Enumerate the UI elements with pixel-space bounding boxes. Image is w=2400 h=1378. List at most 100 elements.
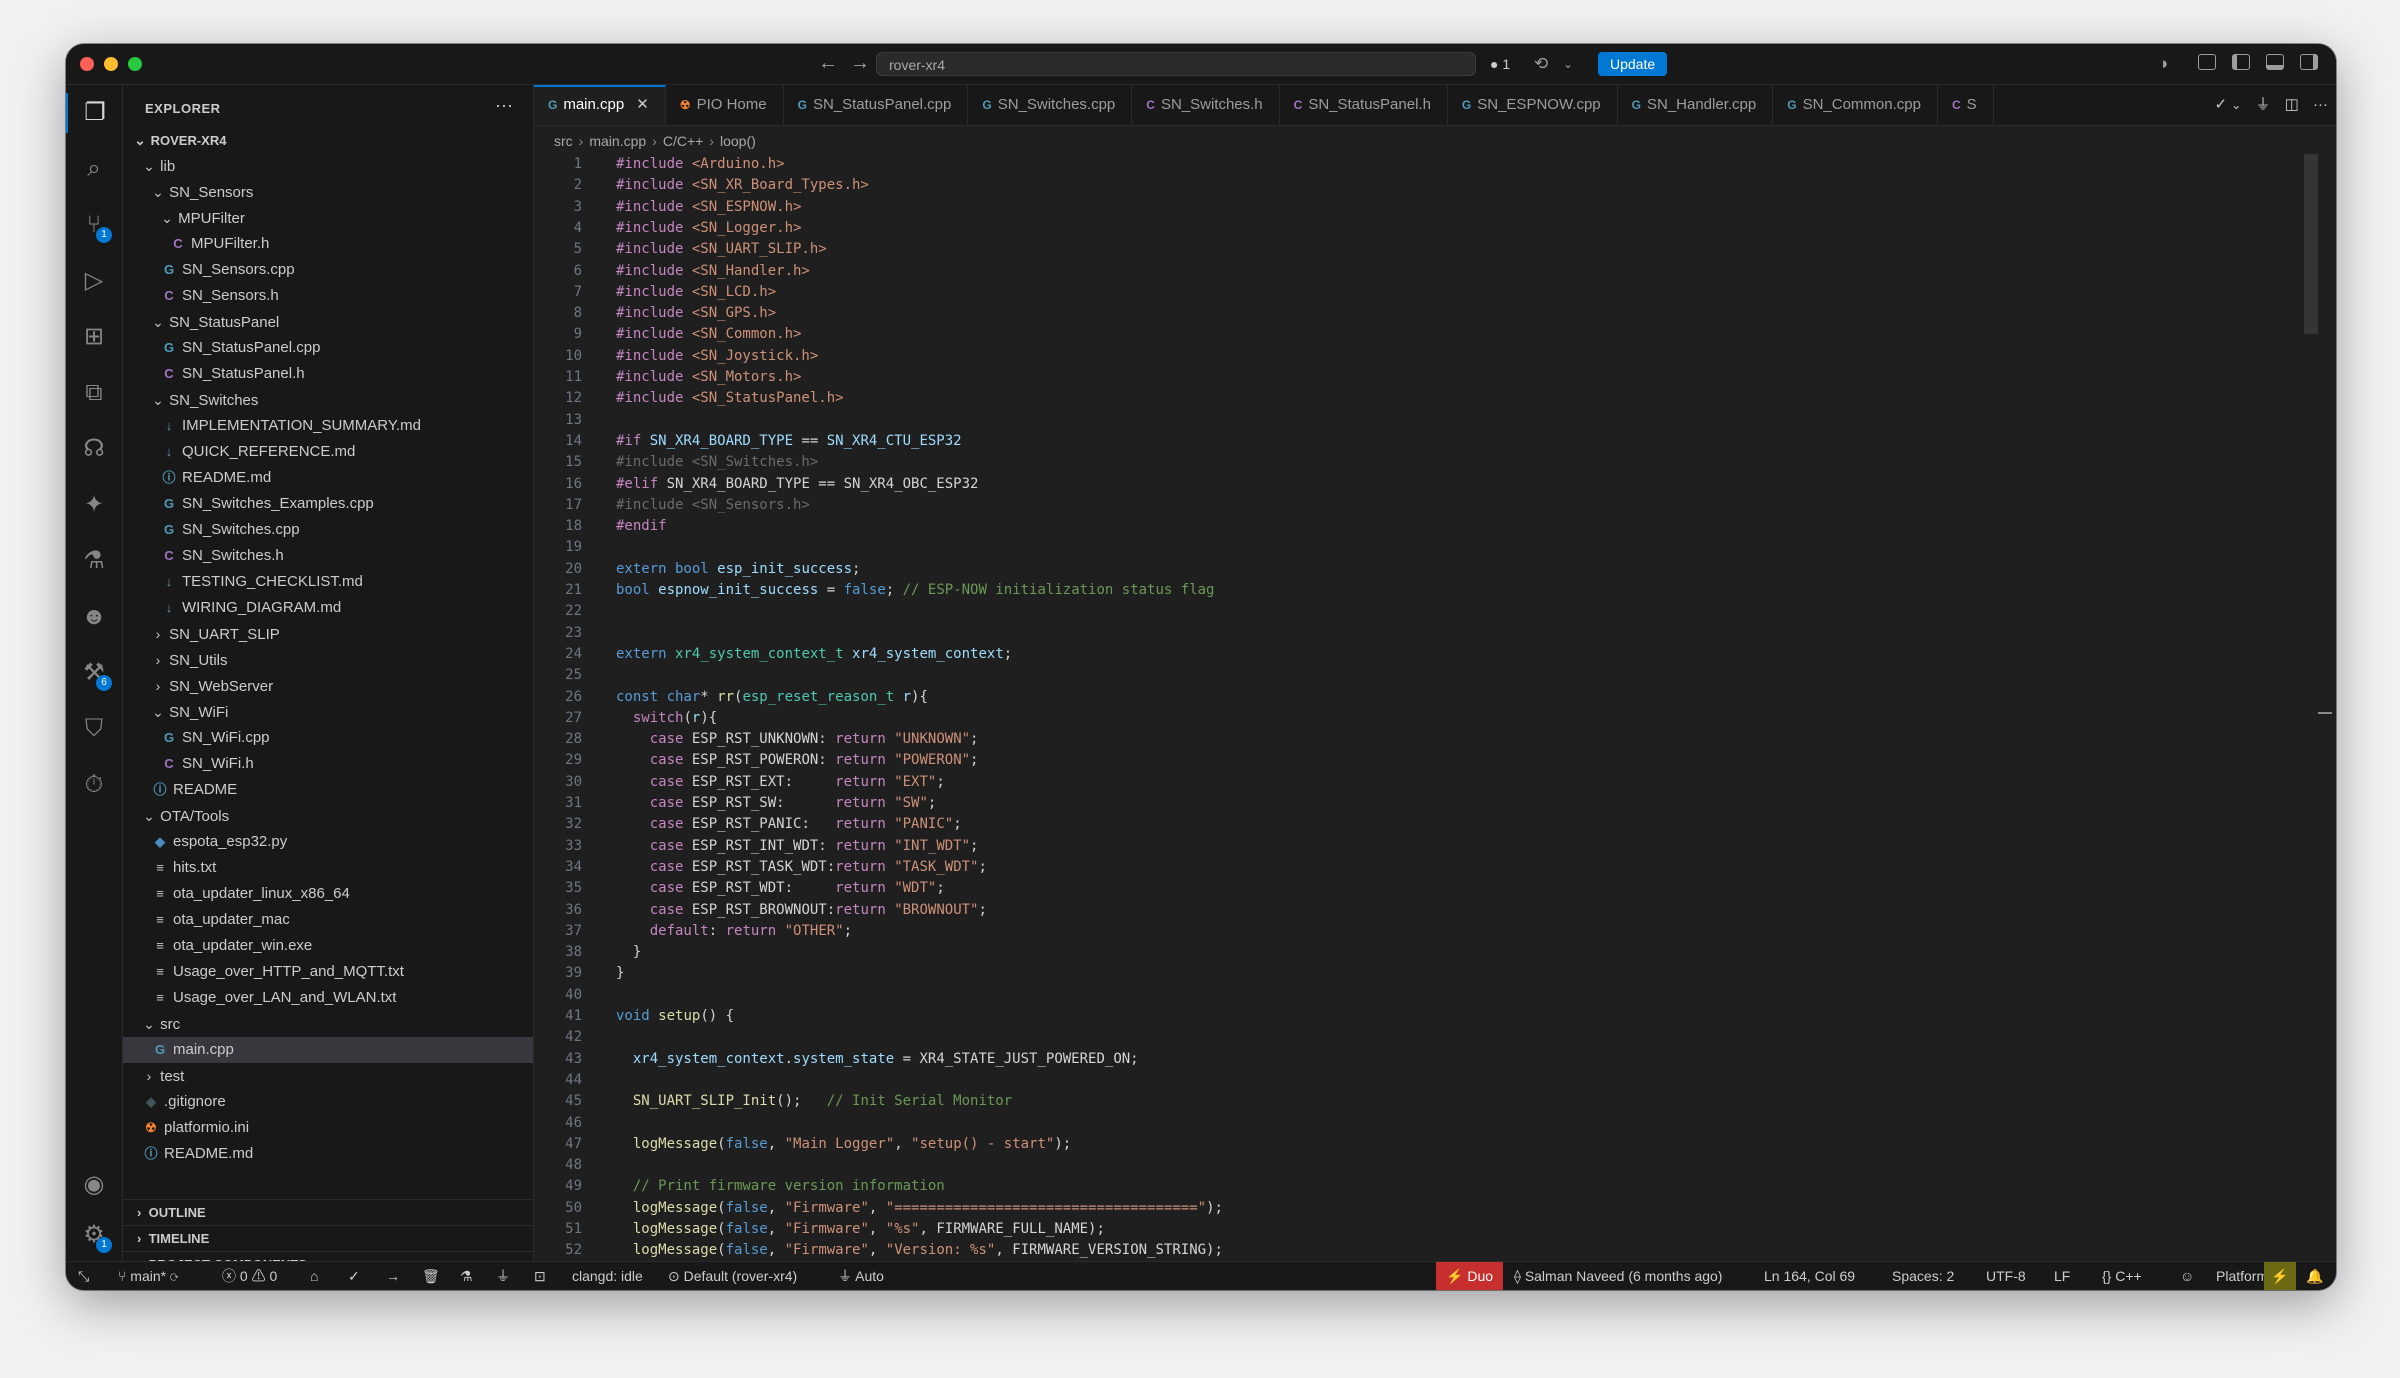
explorer-icon[interactable]: ❐ — [66, 93, 122, 133]
serial-plug-icon[interactable]: ⏚ — [496, 1262, 510, 1290]
clean-trash-icon[interactable]: 🗑 — [422, 1262, 440, 1290]
copilot-icon[interactable]: ☺ — [2180, 1262, 2194, 1290]
git-blame[interactable]: ⟠ Salman Naveed (6 months ago) — [1514, 1262, 1722, 1290]
tab-sn-handler-cpp[interactable]: G SN_Handler.cpp — [1618, 85, 1774, 125]
chevron-down-icon[interactable]: ⌄ — [2231, 98, 2241, 112]
platformio-icon[interactable]: ☊ — [66, 429, 122, 469]
file-sn-switches-h[interactable]: C SN_Switches.h — [123, 543, 533, 569]
docker-icon[interactable]: ⚒ 6 — [66, 653, 122, 693]
branch-indicator[interactable]: ⑂ main* ⟳ — [118, 1262, 178, 1290]
file-ota-updater-linux-x86-64[interactable]: ≡ ota_updater_linux_x86_64 — [123, 881, 533, 907]
auto-port[interactable]: ⏚ Auto — [838, 1262, 884, 1290]
close-window-button[interactable] — [80, 57, 94, 71]
update-button[interactable]: Update — [1598, 52, 1668, 76]
maximize-window-button[interactable] — [128, 57, 142, 71]
folder-ota-tools[interactable]: ⌄ OTA/Tools — [123, 803, 533, 829]
remote-explorer-icon[interactable]: ⧉ — [66, 373, 122, 413]
file-usage-over-lan-and-wlan-txt[interactable]: ≡ Usage_over_LAN_and_WLAN.txt — [123, 985, 533, 1011]
file-testing-checklist-md[interactable]: ↓ TESTING_CHECKLIST.md — [123, 569, 533, 595]
file-wiring-diagram-md[interactable]: ↓ WIRING_DIAGRAM.md — [123, 595, 533, 621]
toggle-panel-icon[interactable] — [2266, 54, 2284, 70]
file-readme-md[interactable]: ⓘ README.md — [123, 465, 533, 491]
folder-sn-statuspanel[interactable]: ⌄ SN_StatusPanel — [123, 309, 533, 335]
folder-sn-sensors[interactable]: ⌄ SN_Sensors — [123, 179, 533, 205]
command-center-search[interactable]: rover-xr4 — [876, 52, 1476, 76]
indentation[interactable]: Spaces: 2 — [1892, 1262, 1954, 1290]
file-readme[interactable]: ⓘ README — [123, 777, 533, 803]
file-ota-updater-mac[interactable]: ≡ ota_updater_mac — [123, 907, 533, 933]
copilot-icon[interactable]: ✦ — [66, 485, 122, 525]
file-mpufilter-h[interactable]: C MPUFilter.h — [123, 231, 533, 257]
file-ota-updater-win-exe[interactable]: ≡ ota_updater_win.exe — [123, 933, 533, 959]
upload-arrow-icon[interactable]: → — [386, 1262, 400, 1290]
tab-sn-switches-h[interactable]: C SN_Switches.h — [1132, 85, 1280, 125]
file-sn-statuspanel-h[interactable]: C SN_StatusPanel.h — [123, 361, 533, 387]
folder-sn-switches[interactable]: ⌄ SN_Switches — [123, 387, 533, 413]
breadcrumb-item[interactable]: loop() — [720, 133, 756, 149]
file-sn-switches-examples-cpp[interactable]: G SN_Switches_Examples.cpp — [123, 491, 533, 517]
folder-sn-utils[interactable]: › SN_Utils — [123, 647, 533, 673]
editor-scrollbar[interactable] — [2304, 154, 2318, 334]
encoding[interactable]: UTF-8 — [1986, 1262, 2026, 1290]
tab-sn-espnow-cpp[interactable]: G SN_ESPNOW.cpp — [1448, 85, 1618, 125]
folder-sn-webserver[interactable]: › SN_WebServer — [123, 673, 533, 699]
file-sn-wifi-h[interactable]: C SN_WiFi.h — [123, 751, 533, 777]
accounts-dual-icon[interactable]: ◑ — [2158, 52, 2168, 76]
file-sn-sensors-cpp[interactable]: G SN_Sensors.cpp — [123, 257, 533, 283]
customize-layout-icon[interactable] — [2198, 54, 2216, 70]
folder-test[interactable]: › test — [123, 1063, 533, 1089]
source-control-icon[interactable]: ⑂ 1 — [66, 205, 122, 245]
extensions-icon[interactable]: ⊞ — [66, 317, 122, 357]
run-debug-icon[interactable]: ▷ — [66, 261, 122, 301]
folder-sn-wifi[interactable]: ⌄ SN_WiFi — [123, 699, 533, 725]
project-env[interactable]: ⊙ Default (rover-xr4) — [668, 1262, 797, 1290]
file-sn-statuspanel-cpp[interactable]: G SN_StatusPanel.cpp — [123, 335, 533, 361]
sync-icon[interactable]: ⟲ — [1534, 52, 1548, 76]
folder-lib[interactable]: ⌄ lib — [123, 153, 533, 179]
close-tab-icon[interactable]: ✕ — [636, 96, 649, 113]
search-icon[interactable]: ⌕ — [66, 149, 122, 189]
file-platformio-ini[interactable]: ☢ platformio.ini — [123, 1115, 533, 1141]
timer-icon[interactable]: ⏱ — [66, 765, 122, 805]
build-check-icon[interactable]: ✓ — [348, 1262, 360, 1290]
tab-main-cpp[interactable]: Gmain.cpp ✕ — [534, 85, 666, 125]
home-icon[interactable]: ⌂ — [310, 1262, 318, 1290]
tab-sn-statuspanel-h[interactable]: C SN_StatusPanel.h — [1280, 85, 1448, 125]
section-outline[interactable]: › OUTLINE — [123, 1199, 533, 1225]
file-readme-md[interactable]: ⓘ README.md — [123, 1141, 533, 1167]
forward-arrow-icon[interactable]: → — [850, 52, 870, 75]
language-mode[interactable]: {} C++ — [2102, 1262, 2142, 1290]
tab-sn-common-cpp[interactable]: G SN_Common.cpp — [1773, 85, 1938, 125]
file-hits-txt[interactable]: ≡ hits.txt — [123, 855, 533, 881]
file-sn-switches-cpp[interactable]: G SN_Switches.cpp — [123, 517, 533, 543]
breadcrumb-item[interactable]: C/C++ — [663, 133, 703, 149]
more-actions-icon[interactable]: ··· — [2313, 96, 2328, 113]
minimize-window-button[interactable] — [104, 57, 118, 71]
pio-plug-icon[interactable]: ⏚ — [2255, 96, 2270, 113]
chevron-down-icon[interactable]: ⌄ — [1563, 52, 1573, 76]
more-actions-icon[interactable]: ··· — [495, 95, 513, 116]
split-editor-icon[interactable]: ◫ — [2285, 96, 2299, 113]
testing-icon[interactable]: ⚗ — [66, 541, 122, 581]
cursor-position[interactable]: Ln 164, Col 69 — [1764, 1262, 1855, 1290]
code-editor[interactable]: 1 #include <Arduino.h> 2 #include <SN_XR_Bo… — [534, 154, 2294, 1262]
account-icon[interactable]: ◉ — [66, 1165, 122, 1205]
folder-mpufilter[interactable]: ⌄ MPUFilter — [123, 205, 533, 231]
folder-rover-xr4[interactable]: ⌄ ROVER-XR4 — [123, 127, 533, 153]
terminal-icon[interactable]: ⊡ — [534, 1262, 546, 1290]
tab-sn-switches-cpp[interactable]: G SN_Switches.cpp — [968, 85, 1133, 125]
problems-indicator[interactable]: ⓧ 0 ⚠ 0 — [222, 1262, 277, 1290]
no-plug-icon[interactable]: ⚡ — [2264, 1262, 2296, 1290]
tab-pio-home[interactable]: ☢ PIO Home — [666, 85, 784, 125]
toggle-primary-sidebar-icon[interactable] — [2232, 54, 2250, 70]
file-sn-wifi-cpp[interactable]: G SN_WiFi.cpp — [123, 725, 533, 751]
line-ending[interactable]: LF — [2054, 1262, 2070, 1290]
test-flask-icon[interactable]: ⚗ — [460, 1262, 473, 1290]
clangd-status[interactable]: clangd: idle — [572, 1262, 643, 1290]
notifications-bell-icon[interactable]: 🔔 — [2306, 1262, 2323, 1290]
file-usage-over-http-and-mqtt-txt[interactable]: ≡ Usage_over_HTTP_and_MQTT.txt — [123, 959, 533, 985]
toggle-secondary-sidebar-icon[interactable] — [2300, 54, 2318, 70]
file-implementation-summary-md[interactable]: ↓ IMPLEMENTATION_SUMMARY.md — [123, 413, 533, 439]
breadcrumb-item[interactable]: src — [554, 133, 573, 149]
alien-icon[interactable]: ☻ — [66, 597, 122, 637]
